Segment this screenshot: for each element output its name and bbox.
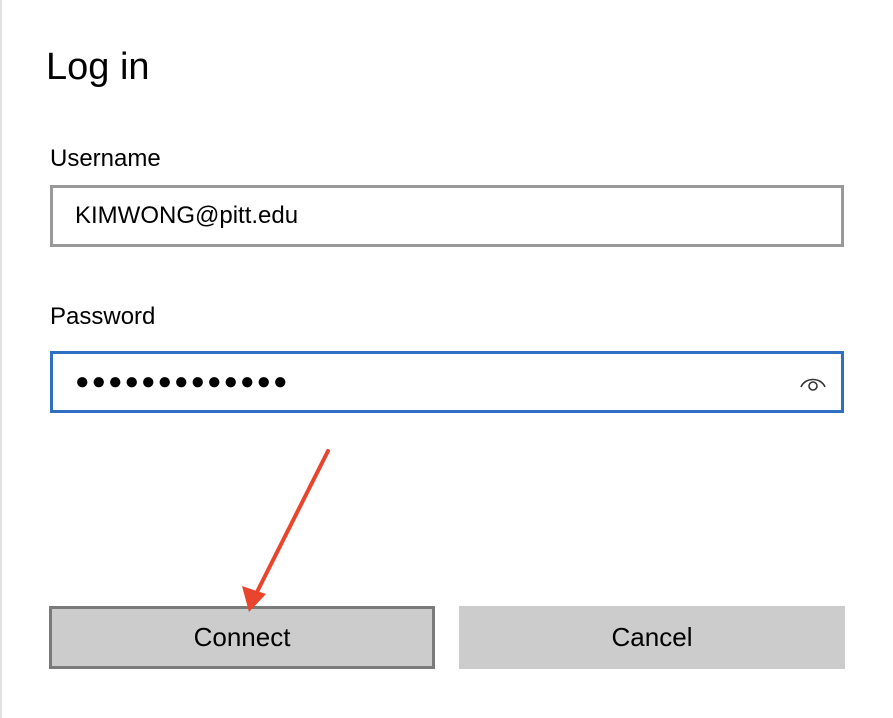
username-label: Username [50,145,161,172]
username-value: KIMWONG@pitt.edu [75,202,299,229]
dialog-title: Log in [46,46,150,88]
password-field[interactable]: ●●●●●●●●●●●●● [50,351,844,413]
password-label: Password [50,303,156,330]
cancel-button[interactable]: Cancel [459,606,845,669]
password-value: ●●●●●●●●●●●●● [75,368,290,395]
window-edge [0,0,2,718]
username-field[interactable]: KIMWONG@pitt.edu [50,185,844,247]
connect-button[interactable]: Connect [49,606,435,669]
eye-icon[interactable] [799,372,827,394]
login-dialog: Log in Username KIMWONG@pitt.edu Passwor… [0,0,893,718]
